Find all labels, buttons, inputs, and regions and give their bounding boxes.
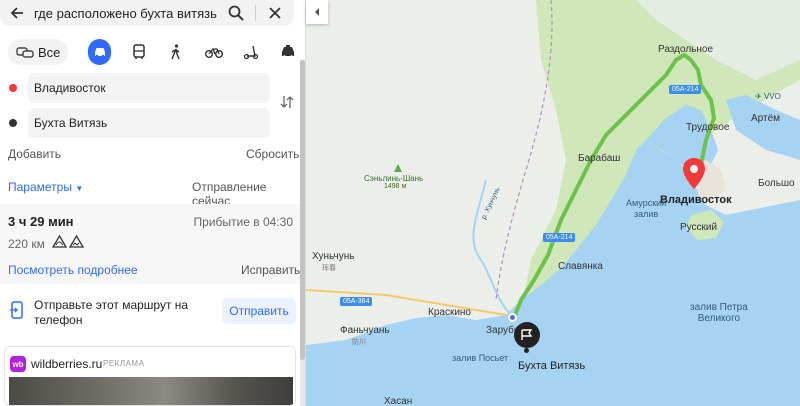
map-label-kraskino: Краскино [428, 307, 471, 318]
destination-dot [524, 348, 529, 353]
uneven-road-warning-icon [69, 235, 84, 248]
road-badge-05a214-south: 05A-214 [543, 233, 576, 242]
map-label-trudovoe: Трудовое [686, 122, 730, 133]
mode-walk-button[interactable] [167, 41, 186, 63]
start-point-dot [9, 84, 17, 92]
map-label-mountain-height: 1498 м [384, 183, 407, 190]
search-button[interactable] [217, 0, 255, 26]
route-end-field[interactable]: Бухта Витязь [28, 108, 270, 138]
map-label-hunchun-cn: 珲春 [322, 265, 336, 272]
taxi-icon [282, 45, 295, 58]
chevron-left-icon [315, 8, 319, 16]
route-start-field[interactable]: Владивосток [28, 73, 270, 103]
close-icon [269, 7, 281, 19]
bicycle-icon [204, 48, 223, 58]
map-label-hunchun: Хуньчунь [312, 251, 355, 262]
scooter-icon [243, 45, 259, 60]
mode-scooter-button[interactable] [241, 41, 260, 63]
map-label-fanchuan: Фаньчуань [340, 325, 390, 336]
route-panel: где расположено бухта витязь Все Владиво… [0, 0, 306, 406]
mode-bicycle-button[interactable] [204, 41, 223, 63]
map-label-fanchuan-cn: 防川 [352, 339, 366, 346]
map-label-vladivostok: Владивосток [660, 194, 732, 206]
add-point-button[interactable]: Добавить [8, 147, 61, 161]
pedestrian-icon [171, 44, 180, 60]
destination-marker[interactable] [514, 322, 540, 348]
map-label-slavyanka: Славянка [558, 261, 603, 272]
map-label-hasan: Хасан [384, 396, 413, 406]
road-badge-05a364: 05A-364 [340, 297, 373, 306]
app-root: где расположено бухта витязь Все Владиво… [0, 0, 800, 406]
parameters-button[interactable]: Параметры ▼ [8, 180, 83, 194]
swap-icon [280, 96, 294, 108]
map-view[interactable]: Раздольное ✈ VVO Артём Трудовое Барабаш … [306, 0, 800, 406]
map-label-russkiy: Русский [680, 222, 718, 233]
fix-route-button[interactable]: Исправить [241, 263, 300, 277]
arrow-left-icon [10, 7, 23, 19]
parameters-label: Параметры [8, 180, 72, 194]
multimodal-icon [16, 47, 34, 58]
mode-taxi-button[interactable] [279, 41, 298, 63]
ad-image [9, 377, 293, 405]
flag-icon [521, 329, 533, 340]
phone-icon [10, 301, 23, 319]
car-icon [94, 48, 105, 58]
start-pin-icon[interactable] [681, 157, 707, 191]
advertiser-name: wildberries.ru [31, 357, 103, 371]
chevron-down-icon: ▼ [75, 184, 84, 193]
map-label-artem: Артём [751, 113, 781, 124]
mode-bus-button[interactable] [129, 41, 148, 63]
map-label-razdolnoe: Раздольное [658, 44, 714, 55]
collapse-panel-button[interactable] [306, 0, 328, 24]
swap-points-button[interactable] [280, 95, 294, 109]
airport-code: VVO [763, 92, 781, 101]
mode-car-button[interactable] [88, 39, 112, 65]
reset-button[interactable]: Сбросить [246, 147, 299, 161]
route-arrival: Прибытие в 04:30 [193, 215, 293, 229]
advertiser-logo: wb [10, 356, 26, 372]
panel-scrollbar-thumb[interactable] [300, 60, 305, 360]
transport-modes: Все [8, 38, 298, 66]
send-to-phone-text: Отправьте этот маршрут на телефон [34, 298, 189, 327]
road-badge-05a214: 05A-214 [669, 85, 702, 94]
map-label-mountain: Сэньлинь-Шань [364, 174, 424, 183]
close-search-button[interactable] [256, 0, 294, 26]
map-label-peter-bay: залив Петра Великого [690, 302, 748, 324]
mode-all-button[interactable]: Все [8, 39, 69, 65]
road-warning-icon [52, 235, 67, 248]
waypoint-marker[interactable] [508, 313, 517, 322]
view-details-link[interactable]: Посмотреть подробнее [8, 263, 138, 277]
search-icon [228, 5, 244, 21]
ad-tag: РЕКЛАМА [103, 359, 145, 368]
send-to-phone-button[interactable]: Отправить [222, 298, 296, 324]
search-input[interactable]: где расположено бухта витязь [34, 6, 217, 21]
back-button[interactable] [0, 0, 34, 26]
end-point-dot [9, 119, 17, 127]
map-label-vvo: ✈ VVO [755, 92, 781, 101]
map-label-barabash: Барабаш [578, 153, 621, 164]
mode-all-label: Все [38, 44, 61, 60]
map-label-amur-bay: Амурский залив [626, 198, 667, 219]
route-distance: 220 км [8, 237, 45, 251]
bus-icon [133, 44, 145, 59]
route-duration: 3 ч 29 мин [8, 214, 74, 229]
map-label-bolsho: Большо [758, 178, 795, 189]
map-label-posiet-bay: залив Посьет [452, 353, 509, 363]
ad-banner[interactable]: wb wildberries.ru РЕКЛАМА [4, 346, 296, 406]
map-label-vityaz: Бухта Витязь [518, 360, 586, 372]
search-bar: где расположено бухта витязь [0, 0, 294, 26]
